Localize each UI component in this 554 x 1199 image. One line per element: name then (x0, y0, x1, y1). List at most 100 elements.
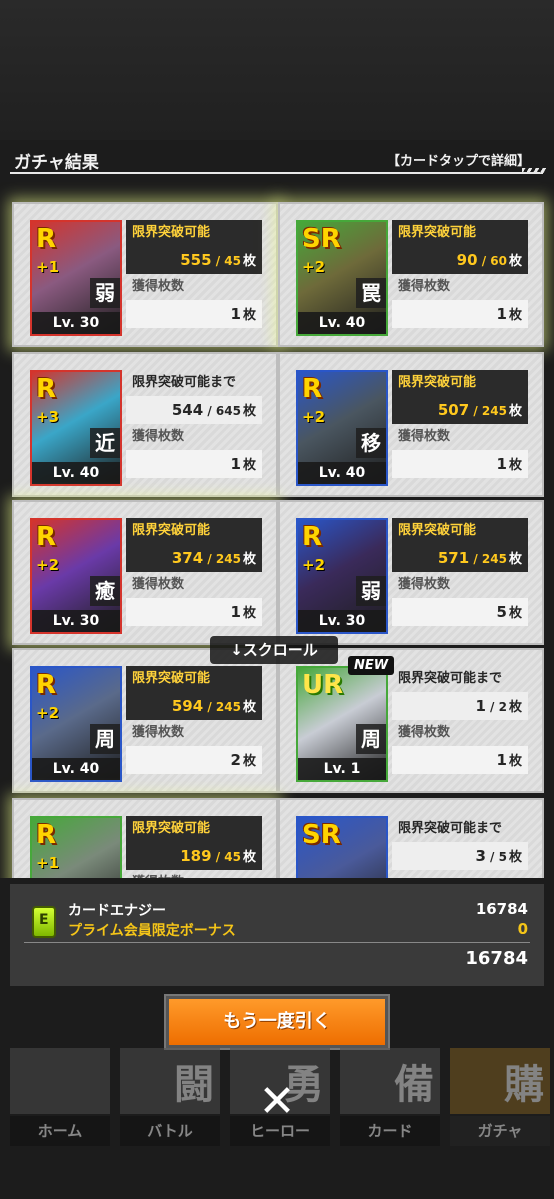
owned-count: 555 (180, 251, 212, 269)
gacha-card[interactable]: R +1 限界突破可能 189 / 45枚 獲得枚数 (12, 798, 278, 878)
card-plus: +1 (36, 258, 60, 276)
obtained-count: 1枚 (392, 300, 528, 328)
card-thumbnail[interactable]: R +2 移 Lv. 40 (296, 370, 388, 486)
progress-unit: 枚 (508, 254, 522, 269)
limit-break-progress: 507 / 245 枚 (392, 396, 528, 424)
card-plus: +2 (302, 258, 326, 276)
card-plus: +2 (302, 408, 326, 426)
gacha-card[interactable]: R +3 近 Lv. 40 限界突破可能まで 544 / 645 枚 獲得枚数 1… (12, 352, 278, 497)
card-info: 限界突破可能 374 / 245 枚 獲得枚数 1枚 (126, 518, 262, 626)
card-level: Lv. 30 (32, 312, 120, 334)
card-thumbnail[interactable]: R +2 弱 Lv. 30 (296, 518, 388, 634)
card-thumbnail[interactable]: R +2 周 Lv. 40 (30, 666, 122, 782)
card-thumbnail[interactable]: R +1 弱 Lv. 30 (30, 220, 122, 336)
obtained-unit: 枚 (508, 754, 522, 769)
required-count: 245 (481, 404, 507, 418)
nav-tab-image (10, 1048, 110, 1114)
card-rarity: R (36, 374, 57, 404)
owned-count: 594 (171, 697, 204, 715)
owned-count: 90 (456, 251, 478, 269)
gacha-card[interactable]: R +2 周 Lv. 40 限界突破可能 594 / 245 枚 獲得枚数 2枚 (12, 648, 278, 793)
nav-tab-label: ガチャ (450, 1116, 550, 1146)
limit-break-status: 限界突破可能 (392, 518, 528, 544)
page-title: ガチャ結果 (14, 153, 99, 173)
nav-tab-glyph: 購 (504, 1062, 544, 1108)
obtained-count: 1枚 (126, 450, 262, 478)
card-level: Lv. 40 (298, 312, 386, 334)
owned-count: 507 (437, 401, 470, 419)
bonus-label: プライム会員限定ボーナス (68, 923, 236, 939)
card-rarity: R (36, 224, 57, 254)
new-badge: NEW (348, 656, 395, 675)
results-header: ガチャ結果 【カードタップで詳細】 (0, 140, 554, 176)
card-thumbnail[interactable]: UR 周 Lv. 1 (296, 666, 388, 782)
card-rarity: SR (302, 224, 341, 254)
obtained-count: 1枚 (392, 746, 528, 774)
card-type-kanji: 弱 (90, 278, 120, 308)
nav-tab[interactable]: 購 ガチャ (444, 1048, 554, 1148)
gacha-card[interactable]: SR 限界突破可能まで 3 / 5枚 (278, 798, 544, 878)
limit-break-status: 限界突破可能 (126, 816, 262, 842)
gacha-card[interactable]: R +2 弱 Lv. 30 限界突破可能 571 / 245 枚 獲得枚数 5枚 (278, 500, 544, 645)
obtained-label: 獲得枚数 (132, 725, 185, 740)
card-info: 限界突破可能まで 1 / 2枚 獲得枚数 1枚 (392, 666, 528, 774)
owned-count: 571 (437, 549, 470, 567)
limit-break-status: 限界突破可能 (126, 220, 262, 246)
progress-unit: 枚 (508, 552, 522, 567)
nav-tab[interactable]: 闘 バトル (114, 1048, 226, 1148)
limit-break-progress: 1 / 2枚 (392, 692, 528, 720)
obtained-count: 5枚 (392, 598, 528, 626)
gacha-card[interactable]: R +2 移 Lv. 40 限界突破可能 507 / 245 枚 獲得枚数 1枚 (278, 352, 544, 497)
card-plus: +2 (36, 704, 60, 722)
progress-unit: 枚 (242, 254, 256, 269)
obtained-label: 獲得枚数 (398, 279, 451, 294)
card-thumbnail[interactable]: SR +2 罠 Lv. 40 (296, 220, 388, 336)
card-rarity: R (36, 820, 57, 850)
progress-unit: 枚 (242, 404, 256, 419)
obtained-unit: 枚 (242, 606, 256, 621)
obtained-unit: 枚 (508, 308, 522, 323)
nav-tab[interactable]: 備 カード (334, 1048, 446, 1148)
card-rarity: R (36, 522, 57, 552)
gacha-card[interactable]: R +1 弱 Lv. 30 限界突破可能 555 / 45 枚 獲得枚数 1枚 (12, 202, 278, 347)
limit-break-progress: 3 / 5枚 (392, 842, 528, 870)
background-top (0, 0, 554, 140)
card-rarity: R (36, 670, 57, 700)
limit-break-progress: 374 / 245 枚 (126, 544, 262, 572)
draw-again-button[interactable]: もう一度引く (164, 994, 390, 1050)
obtained-number: 1 (230, 305, 241, 323)
card-thumbnail[interactable]: R +3 近 Lv. 40 (30, 370, 122, 486)
card-thumbnail[interactable]: R +1 (30, 816, 122, 878)
required-count: 45 (224, 850, 241, 864)
card-thumbnail[interactable]: R +2 癒 Lv. 30 (30, 518, 122, 634)
limit-break-progress: 544 / 645 枚 (126, 396, 262, 424)
card-info: 限界突破可能 594 / 245 枚 獲得枚数 2枚 (126, 666, 262, 774)
card-plus: +1 (36, 854, 60, 872)
obtained-label: 獲得枚数 (132, 577, 185, 592)
progress-unit: 枚 (242, 850, 256, 865)
nav-tab-label: ホーム (10, 1116, 110, 1146)
gacha-card[interactable]: R +2 癒 Lv. 30 限界突破可能 374 / 245 枚 獲得枚数 1枚 (12, 500, 278, 645)
card-results-grid[interactable]: R +1 弱 Lv. 30 限界突破可能 555 / 45 枚 獲得枚数 1枚 S… (0, 182, 554, 878)
nav-tab-label: バトル (120, 1116, 220, 1146)
close-icon[interactable]: ✕ (258, 1080, 296, 1124)
header-divider (10, 168, 546, 174)
gacha-card[interactable]: UR 周 Lv. 1 NEW 限界突破可能まで 1 / 2枚 獲得枚数 1枚 (278, 648, 544, 793)
obtained-label: 獲得枚数 (398, 577, 451, 592)
card-info: 限界突破可能まで 3 / 5枚 (392, 816, 528, 870)
card-thumbnail[interactable]: SR (296, 816, 388, 878)
limit-break-progress: 571 / 245 枚 (392, 544, 528, 572)
obtained-number: 1 (496, 455, 507, 473)
nav-tab[interactable]: ホーム (4, 1048, 116, 1148)
card-level: Lv. 40 (32, 758, 120, 780)
obtained-label: 獲得枚数 (398, 725, 451, 740)
card-plus: +3 (36, 408, 60, 426)
required-count: 2 (498, 700, 507, 714)
obtained-label: 獲得枚数 (132, 279, 185, 294)
energy-battery-icon (32, 906, 56, 938)
progress-unit: 枚 (508, 850, 522, 865)
gacha-card[interactable]: SR +2 罠 Lv. 40 限界突破可能 90 / 60 枚 獲得枚数 1枚 (278, 202, 544, 347)
limit-break-progress: 594 / 245 枚 (126, 692, 262, 720)
progress-unit: 枚 (508, 404, 522, 419)
energy-total: 16784 (465, 948, 528, 969)
